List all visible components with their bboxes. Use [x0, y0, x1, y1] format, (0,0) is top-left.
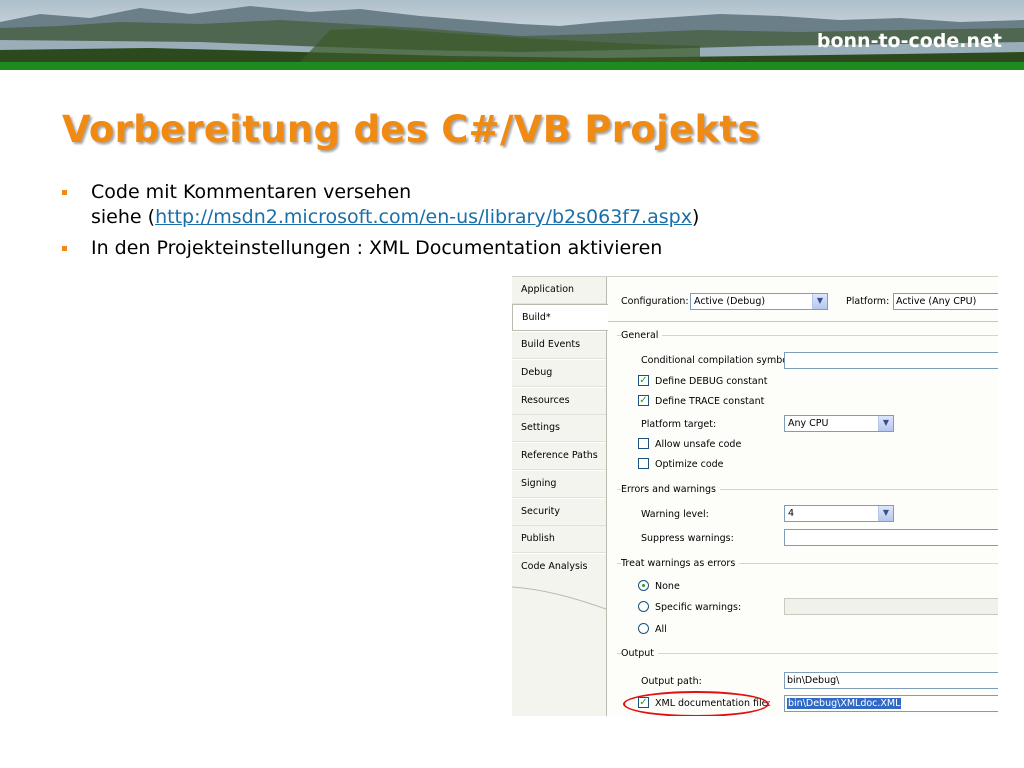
section-rule: [617, 335, 998, 336]
define-debug-checkbox[interactable]: ✓: [638, 375, 649, 386]
tab-resources[interactable]: Resources: [512, 388, 606, 415]
warning-level-select[interactable]: 4 ▼: [784, 505, 894, 522]
configuration-label: Configuration:: [621, 296, 689, 307]
bullet-text: In den Projekteinstellungen : XML Docume…: [91, 237, 663, 259]
tab-debug[interactable]: Debug: [512, 360, 606, 387]
platform-select[interactable]: Active (Any CPU): [893, 293, 998, 310]
platform-target-select[interactable]: Any CPU ▼: [784, 415, 894, 432]
bullet-square-icon: [62, 190, 67, 195]
errors-section-header: Errors and warnings: [621, 484, 721, 495]
bullet-prefix: siehe (: [91, 206, 156, 228]
optimize-code-checkbox[interactable]: [638, 458, 649, 469]
project-settings-screenshot: Application Build* Build Events Debug Re…: [512, 276, 998, 716]
xml-documentation-value: bin\Debug\XMLdoc.XML: [787, 698, 902, 709]
warning-level-value: 4: [788, 508, 795, 519]
tab-publish[interactable]: Publish: [512, 526, 606, 553]
toolbar-divider: [607, 321, 998, 322]
platform-target-value: Any CPU: [788, 418, 829, 429]
output-section-header: Output: [621, 648, 658, 659]
header-banner: bonn-to-code.net: [0, 0, 1024, 62]
warning-level-label: Warning level:: [641, 509, 709, 520]
suppress-warnings-label: Suppress warnings:: [641, 533, 734, 544]
bullet-square-icon: [62, 246, 67, 251]
specific-warnings-input[interactable]: [784, 598, 998, 615]
bullet-text: Code mit Kommentaren versehen: [91, 181, 412, 203]
build-settings-panel: Configuration: Active (Debug) ▼ Platform…: [607, 277, 998, 716]
platform-label: Platform:: [846, 296, 890, 307]
tab-build-events[interactable]: Build Events: [512, 332, 606, 359]
slide-title: Vorbereitung des C#/VB Projekts: [62, 108, 760, 151]
bullet-item-1: Code mit Kommentaren versehen siehe (htt…: [62, 180, 962, 230]
allow-unsafe-label: Allow unsafe code: [655, 439, 742, 450]
tab-security[interactable]: Security: [512, 499, 606, 526]
all-radio[interactable]: [638, 623, 649, 634]
general-section-header: General: [621, 330, 663, 341]
tab-build[interactable]: Build*: [512, 304, 608, 331]
conditional-symbols-label: Conditional compilation symbols:: [641, 355, 799, 366]
settings-tab-list: Application Build* Build Events Debug Re…: [512, 277, 608, 716]
treat-warnings-section-header: Treat warnings as errors: [621, 558, 740, 569]
define-trace-label: Define TRACE constant: [655, 396, 765, 407]
optimize-code-label: Optimize code: [655, 459, 724, 470]
section-rule: [617, 653, 998, 654]
radio-selected-dot: [642, 584, 645, 587]
specific-warnings-label: Specific warnings:: [655, 602, 742, 613]
allow-unsafe-checkbox[interactable]: [638, 438, 649, 449]
tab-list-filler: [512, 579, 606, 716]
configuration-select[interactable]: Active (Debug) ▼: [690, 293, 828, 310]
tab-code-analysis[interactable]: Code Analysis: [512, 554, 606, 581]
xml-documentation-input[interactable]: bin\Debug\XMLdoc.XML: [784, 695, 998, 712]
header-stripe: [0, 62, 1024, 70]
output-path-label: Output path:: [641, 676, 702, 687]
platform-value: Active (Any CPU): [896, 296, 977, 307]
site-name: bonn-to-code.net: [816, 30, 1002, 52]
chevron-down-icon: ▼: [878, 416, 893, 431]
tab-application[interactable]: Application: [512, 277, 606, 304]
chevron-down-icon: ▼: [812, 294, 827, 309]
configuration-value: Active (Debug): [694, 296, 766, 307]
specific-warnings-radio[interactable]: [638, 601, 649, 612]
msdn-link[interactable]: http://msdn2.microsoft.com/en-us/library…: [155, 206, 692, 228]
bullet-suffix: ): [691, 206, 700, 228]
none-radio[interactable]: [638, 580, 649, 591]
highlight-ellipse: [623, 691, 769, 716]
all-label: All: [655, 624, 667, 635]
define-trace-checkbox[interactable]: ✓: [638, 395, 649, 406]
tab-signing[interactable]: Signing: [512, 471, 606, 498]
define-debug-label: Define DEBUG constant: [655, 376, 768, 387]
chevron-down-icon: ▼: [878, 506, 893, 521]
tab-settings[interactable]: Settings: [512, 415, 606, 442]
conditional-symbols-input[interactable]: [784, 352, 998, 369]
output-path-input[interactable]: bin\Debug\: [784, 672, 998, 689]
suppress-warnings-input[interactable]: [784, 529, 998, 546]
bullet-item-2: In den Projekteinstellungen : XML Docume…: [62, 236, 962, 261]
tab-reference-paths[interactable]: Reference Paths: [512, 443, 606, 470]
platform-target-label: Platform target:: [641, 419, 717, 430]
bullet-list: Code mit Kommentaren versehen siehe (htt…: [62, 180, 962, 261]
none-label: None: [655, 581, 680, 592]
